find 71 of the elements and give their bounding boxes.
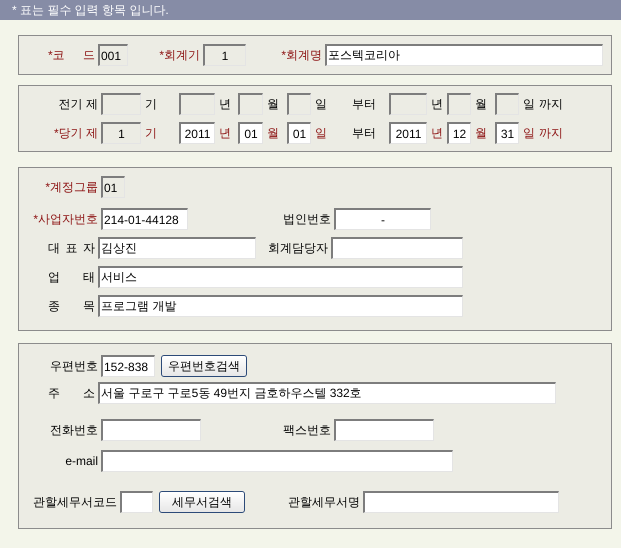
term-field[interactable]: 1: [203, 44, 246, 66]
unit-label: 일: [522, 96, 535, 112]
email-label: e-mail: [64, 454, 98, 468]
name-field[interactable]: 포스텍코리아: [325, 44, 603, 66]
address-field[interactable]: 서울 구로구 구로5동 49번지 금호하우스텔 332호: [98, 382, 556, 404]
fax-label: 팩스번호: [282, 422, 331, 438]
unit-label: 일: [522, 124, 535, 142]
date-field[interactable]: [287, 93, 311, 115]
unit-label: 월: [474, 124, 488, 142]
date-field[interactable]: 12: [447, 122, 471, 144]
code-label: *코 드: [48, 46, 95, 64]
date-field[interactable]: 2011: [179, 122, 215, 144]
required-notice: * 표는 필수 입력 항목 입니다.: [0, 0, 621, 20]
unit-label: 월: [266, 96, 280, 112]
unit-label: 년: [218, 124, 232, 142]
ceo-field[interactable]: 김상진: [98, 237, 256, 259]
tax-office-search-button[interactable]: 세무서검색: [159, 491, 245, 513]
business-type-label: 업 태: [48, 268, 95, 286]
unit-label: 년: [430, 96, 444, 112]
group-label: *계정그룹: [44, 178, 98, 196]
term-field[interactable]: [101, 93, 141, 115]
business-type-field[interactable]: 서비스: [98, 266, 463, 288]
name-label: *회계명: [280, 46, 322, 64]
zip-field[interactable]: 152-838: [101, 355, 155, 377]
from-label: 부터: [351, 96, 377, 112]
accountant-field[interactable]: [331, 237, 463, 259]
accountant-label: 회계담당자: [267, 240, 328, 256]
unit-label: 월: [266, 124, 280, 142]
unit-label: 일: [314, 96, 328, 112]
from-label: 부터: [351, 124, 377, 142]
date-field[interactable]: [389, 93, 427, 115]
term-label: *회계기: [158, 46, 200, 64]
term-field[interactable]: 1: [101, 122, 141, 144]
business-item-field[interactable]: 프로그램 개발: [98, 295, 463, 317]
unit-label: 기: [144, 124, 158, 142]
period-label: 전기 제: [58, 96, 98, 112]
zip-label: 우편번호: [49, 358, 98, 374]
business-number-field[interactable]: 214-01-44128: [101, 208, 188, 230]
ceo-label: 대 표 자: [48, 240, 95, 256]
phone-field[interactable]: [101, 419, 201, 441]
date-field[interactable]: [238, 93, 263, 115]
date-field[interactable]: [495, 93, 519, 115]
tax-office-code-label: 관할세무서코드: [32, 494, 117, 510]
date-field[interactable]: 31: [495, 122, 519, 144]
business-number-label: *사업자번호: [32, 210, 98, 228]
corporate-number-field[interactable]: -: [334, 208, 431, 230]
tax-office-name-field[interactable]: [363, 491, 559, 513]
unit-label: 일: [314, 124, 328, 142]
period-label: *당기 제: [52, 124, 98, 142]
until-label: 까지: [538, 96, 563, 112]
unit-label: 월: [474, 96, 488, 112]
corporate-number-label: 법인번호: [282, 210, 331, 228]
code-field[interactable]: 001: [98, 44, 128, 66]
unit-label: 년: [430, 124, 444, 142]
business-item-label: 종 목: [48, 298, 95, 314]
until-label: 까지: [538, 124, 563, 142]
date-field[interactable]: 2011: [389, 122, 427, 144]
phone-label: 전화번호: [49, 422, 98, 438]
unit-label: 년: [218, 96, 232, 112]
unit-label: 기: [144, 96, 158, 112]
zip-search-button[interactable]: 우편번호검색: [161, 355, 247, 377]
address-label: 주 소: [48, 384, 95, 402]
date-field[interactable]: 01: [238, 122, 263, 144]
date-field[interactable]: 01: [287, 122, 311, 144]
date-field[interactable]: [179, 93, 215, 115]
date-field[interactable]: [447, 93, 471, 115]
group-field[interactable]: 01: [101, 176, 125, 198]
fax-field[interactable]: [334, 419, 434, 441]
email-field[interactable]: [101, 450, 453, 472]
tax-office-name-label: 관할세무서명: [287, 494, 360, 510]
tax-office-code-field[interactable]: [120, 491, 153, 513]
